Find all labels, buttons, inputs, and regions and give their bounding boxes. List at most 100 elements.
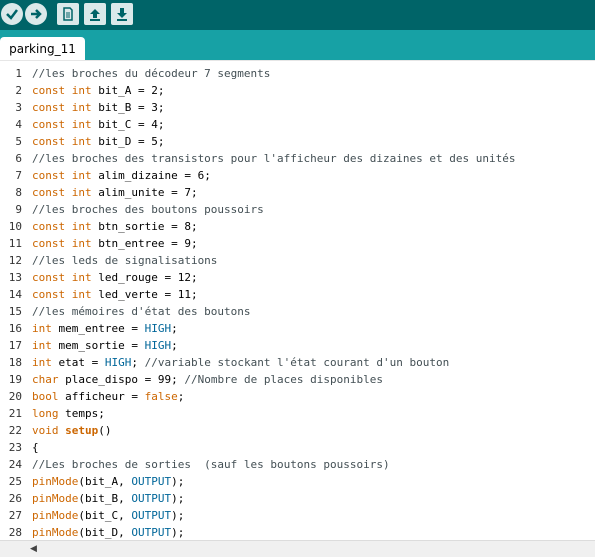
code-text: pinMode(bit_C, OUTPUT); [32, 507, 184, 524]
line-number: 12 [8, 254, 22, 267]
code-token: ); [171, 492, 185, 505]
code-token: //les broches des boutons poussoirs [32, 203, 264, 216]
code-token: //les broches du décodeur 7 segments [32, 67, 271, 80]
code-token: setup [65, 424, 99, 437]
code-token: int [32, 339, 52, 352]
code-token: const int [32, 186, 92, 199]
code-token: int [32, 322, 52, 335]
code-text: //les mémoires d'état des boutons [32, 303, 251, 320]
code-line: 27 pinMode(bit_C, OUTPUT); [0, 507, 595, 524]
code-editor[interactable]: 1 //les broches du décodeur 7 segments 2 co… [0, 60, 595, 541]
code-line: 19 char place_dispo = 99; //Nombre de pla… [0, 371, 595, 388]
code-line: 24 //Les broches de sorties (sauf les bou… [0, 456, 595, 473]
code-token: (bit_B, [78, 492, 132, 505]
code-line: 13 const int led_rouge = 12; [0, 269, 595, 286]
code-token: pinMode [32, 509, 79, 522]
line-number: 27 [8, 509, 22, 522]
code-token: const int [32, 135, 92, 148]
code-line: 7 const int alim_dizaine = 6; [0, 167, 595, 184]
line-number: 20 [8, 390, 22, 403]
open-button[interactable] [84, 3, 106, 25]
line-number: 18 [8, 356, 22, 369]
line-number: 7 [15, 169, 22, 182]
code-token: const int [32, 237, 92, 250]
code-text: int mem_entree = HIGH; [32, 320, 178, 337]
code-token: //les mémoires d'état des boutons [32, 305, 251, 318]
arrow-right-icon [31, 9, 42, 19]
horizontal-scrollbar[interactable]: ◀ [0, 540, 595, 557]
code-text: int mem_sortie = HIGH; [32, 337, 178, 354]
code-text: const int alim_unite = 7; [32, 184, 198, 201]
code-token: //Les broches de sorties (sauf les bouto… [32, 458, 390, 471]
code-token: long [32, 407, 59, 420]
code-token: //variable stockant l'état courant d'un … [144, 356, 450, 369]
code-text: //Les broches de sorties (sauf les bouto… [32, 456, 390, 473]
line-number: 8 [15, 186, 22, 199]
code-token: ); [171, 526, 185, 539]
code-token: const int [32, 84, 92, 97]
code-line: 16 int mem_entree = HIGH; [0, 320, 595, 337]
line-number: 1 [15, 67, 22, 80]
code-text: const int bit_A = 2; [32, 82, 164, 99]
code-token: btn_entree = 9; [91, 237, 198, 250]
code-token: const int [32, 288, 92, 301]
code-token: afficheur = [58, 390, 145, 403]
verify-button[interactable] [1, 3, 23, 25]
code-token: OUTPUT [131, 492, 172, 505]
line-number: 23 [8, 441, 22, 454]
code-text: bool afficheur = false; [32, 388, 184, 405]
line-number: 6 [15, 152, 22, 165]
code-line: 5 const int bit_D = 5; [0, 133, 595, 150]
code-token: const int [32, 271, 92, 284]
code-token: ; [171, 339, 178, 352]
code-token: HIGH [104, 356, 132, 369]
code-text: const int led_verte = 11; [32, 286, 198, 303]
line-number: 15 [8, 305, 22, 318]
code-text: pinMode(bit_A, OUTPUT); [32, 473, 184, 490]
upload-button[interactable] [25, 3, 47, 25]
scroll-left-icon[interactable]: ◀ [30, 543, 40, 555]
code-token: bit_B = 3; [91, 101, 165, 114]
code-line: 22 void setup() [0, 422, 595, 439]
code-text: const int bit_C = 4; [32, 116, 164, 133]
code-text: long temps; [32, 405, 105, 422]
code-line: 26 pinMode(bit_B, OUTPUT); [0, 490, 595, 507]
line-number: 28 [8, 526, 22, 539]
line-number: 24 [8, 458, 22, 471]
code-token: () [98, 424, 112, 437]
check-icon [6, 9, 18, 20]
code-token: (bit_A, [78, 475, 132, 488]
code-text: int etat = HIGH; //variable stockant l'é… [32, 354, 449, 371]
code-text: //les broches du décodeur 7 segments [32, 65, 270, 82]
new-file-icon [63, 7, 73, 21]
code-text: //les broches des transistors pour l'aff… [32, 150, 515, 167]
save-button[interactable] [111, 3, 133, 25]
code-line: 15 //les mémoires d'état des boutons [0, 303, 595, 320]
code-token: const int [32, 220, 92, 233]
line-number: 21 [8, 407, 22, 420]
code-token: ; [177, 390, 185, 403]
code-text: void setup() [32, 422, 112, 439]
code-line: 21 long temps; [0, 405, 595, 422]
code-token: //les leds de signalisations [32, 254, 218, 267]
new-button[interactable] [57, 3, 79, 25]
code-text: { [32, 439, 39, 456]
code-line: 28 pinMode(bit_D, OUTPUT); [0, 524, 595, 541]
code-text: const int btn_sortie = 8; [32, 218, 198, 235]
code-line: 11 const int btn_entree = 9; [0, 235, 595, 252]
line-number: 4 [15, 118, 22, 131]
code-line: 2 const int bit_A = 2; [0, 82, 595, 99]
code-token: (bit_D, [78, 526, 132, 539]
line-number: 14 [8, 288, 22, 301]
code-token: int [32, 356, 52, 369]
code-text: pinMode(bit_B, OUTPUT); [32, 490, 184, 507]
code-token: ; [131, 356, 145, 369]
code-token: temps; [58, 407, 105, 420]
code-line: 20 bool afficheur = false; [0, 388, 595, 405]
line-number: 16 [8, 322, 22, 335]
code-token: bit_A = 2; [91, 84, 165, 97]
line-number: 11 [8, 237, 22, 250]
code-line: 23 { [0, 439, 595, 456]
code-token: ); [171, 475, 185, 488]
tab-parking-11[interactable]: parking_11 [0, 37, 85, 60]
